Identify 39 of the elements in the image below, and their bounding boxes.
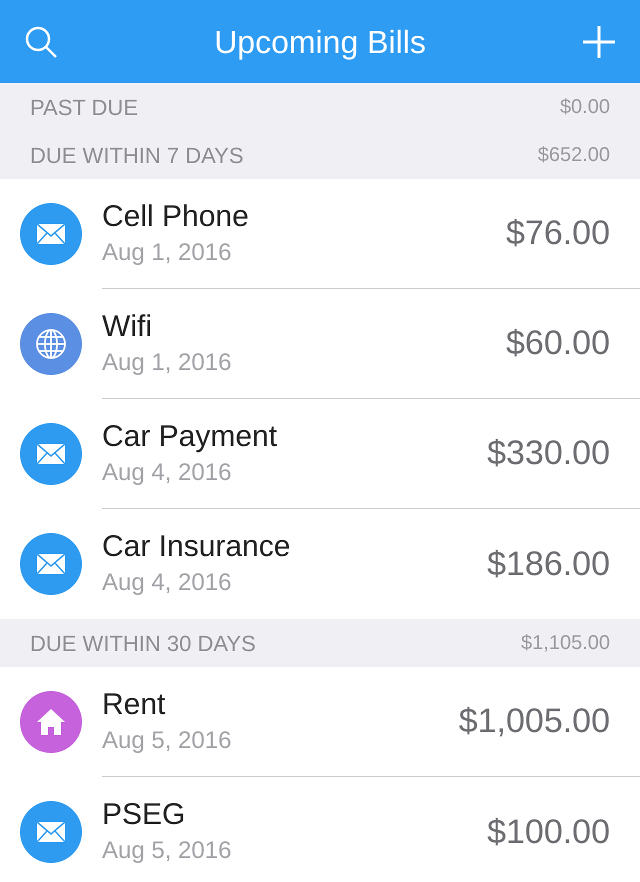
- add-icon[interactable]: [582, 24, 616, 58]
- envelope-icon: [36, 821, 66, 843]
- house-icon: [36, 708, 66, 736]
- section-title: DUE WITHIN 30 DAYS: [30, 630, 256, 658]
- bill-date: Aug 1, 2016: [102, 348, 232, 378]
- bill-row[interactable]: Wifi Aug 1, 2016 $60.00: [0, 289, 640, 399]
- bill-name: Cell Phone: [102, 198, 250, 234]
- search-icon[interactable]: [24, 24, 58, 58]
- header-title: Upcoming Bills: [214, 22, 426, 62]
- globe-icon: [35, 328, 67, 360]
- bill-name: Car Payment: [102, 418, 278, 454]
- bill-amount: $330.00: [487, 433, 610, 474]
- bill-name: Car Insurance: [102, 529, 292, 565]
- bill-amount: $100.00: [487, 812, 610, 852]
- section-total: $652.00: [538, 143, 610, 168]
- bill-amount: $186.00: [487, 544, 610, 584]
- envelope-icon: [36, 223, 66, 245]
- envelope-icon: [36, 553, 66, 575]
- bill-row[interactable]: Car Payment Aug 4, 2016 $330.00: [0, 399, 640, 509]
- bill-date: Aug 1, 2016: [102, 238, 232, 268]
- bill-row[interactable]: PSEG Aug 5, 2016 $100.00: [0, 777, 640, 882]
- bill-date: Aug 5, 2016: [102, 726, 232, 756]
- bill-amount: $60.00: [506, 323, 610, 364]
- bill-date: Aug 4, 2016: [102, 568, 232, 598]
- bill-date: Aug 4, 2016: [102, 458, 232, 488]
- section-title: DUE WITHIN 7 DAYS: [30, 142, 244, 170]
- bill-row[interactable]: Car Insurance Aug 4, 2016 $186.00: [0, 509, 640, 619]
- bill-row[interactable]: Cell Phone Aug 1, 2016 $76.00: [0, 179, 640, 289]
- envelope-icon: [36, 443, 66, 465]
- section-title: PAST DUE: [30, 94, 138, 122]
- section-total: $0.00: [560, 95, 610, 120]
- bill-name: Wifi: [102, 308, 153, 344]
- bill-name: Rent: [102, 686, 166, 722]
- bill-amount: $76.00: [506, 213, 610, 254]
- bill-name: PSEG: [102, 797, 186, 833]
- bill-row[interactable]: Rent Aug 5, 2016 $1,005.00: [0, 667, 640, 777]
- bill-date: Aug 5, 2016: [102, 836, 232, 866]
- bill-amount: $1,005.00: [458, 701, 610, 742]
- section-total: $1,105.00: [521, 631, 610, 656]
